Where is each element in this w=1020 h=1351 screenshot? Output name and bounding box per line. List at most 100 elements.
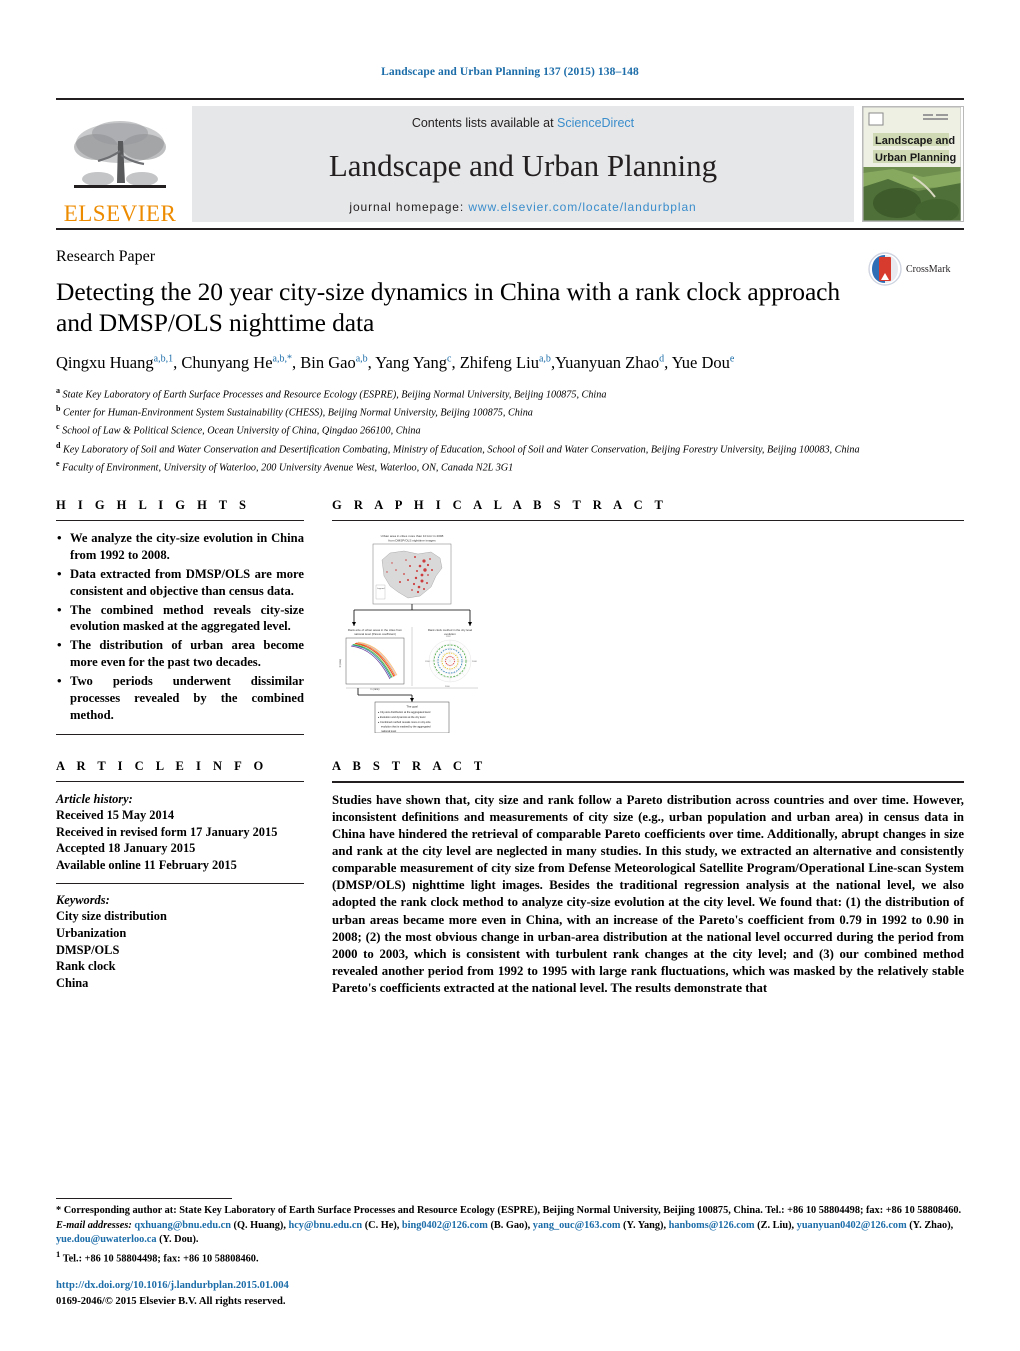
journal-homepage-line: journal homepage: www.elsevier.com/locat… — [349, 200, 696, 214]
articleinfo-abstract-row: A R T I C L E I N F O Article history: R… — [56, 759, 964, 998]
affiliation-item: a State Key Laboratory of Earth Surface … — [56, 385, 607, 401]
svg-text:▸ Combined method reveals more: ▸ Combined method reveals more on city-s… — [378, 720, 431, 724]
highlight-item: The combined method reveals city-size ev… — [56, 601, 304, 636]
affiliation-mark: e — [56, 458, 60, 468]
article-info-rule-mid — [56, 882, 304, 884]
article-info-column: A R T I C L E I N F O Article history: R… — [56, 759, 304, 998]
affiliation-mark: c — [56, 422, 60, 432]
svg-text:from DMSP/OLS nighttime images: from DMSP/OLS nighttime images — [388, 539, 436, 543]
email-owner: (Z. Liu), — [754, 1219, 795, 1231]
article-header: CrossMark Research Paper Detecting the 2… — [56, 230, 964, 476]
author-list: Qingxu Huanga,b,1, Chunyang Hea,b,*, Bin… — [56, 353, 735, 373]
crossmark-label: CrossMark — [906, 263, 951, 275]
affiliation-item: e Faculty of Environment, University of … — [56, 458, 514, 474]
author-affiliation-marks: a,b,1 — [153, 353, 174, 365]
svg-text:Legend: Legend — [377, 588, 385, 590]
article-history-item: Received 15 May 2014 — [56, 808, 175, 823]
author-name: Qingxu Huang — [56, 353, 154, 373]
affiliation-mark: d — [56, 440, 61, 450]
email-address-link[interactable]: yue.dou@uwaterloo.ca — [56, 1234, 157, 1245]
svg-text:▸ Evolution and dynamics at th: ▸ Evolution and dynamics at the city lev… — [378, 715, 426, 719]
author-affiliation-marks: a,b — [538, 353, 551, 365]
highlight-item: The distribution of urban area become mo… — [56, 636, 304, 671]
doi-link[interactable]: http://dx.doi.org/10.1016/j.landurbplan.… — [56, 1278, 289, 1293]
journal-cover-thumbnail: Landscape and Urban Planning — [862, 106, 964, 222]
copyright-line: 0169-2046/© 2015 Elsevier B.V. All right… — [56, 1295, 286, 1307]
article-history-item: Accepted 18 January 2015 — [56, 841, 196, 856]
keyword-item: City size distribution — [56, 909, 167, 924]
footnote-one: 1 Tel.: +86 10 58804498; fax: +86 10 588… — [56, 1248, 964, 1267]
abstract-text: Studies have shown that, city size and r… — [332, 792, 964, 996]
article-history-item: Available online 11 February 2015 — [56, 858, 237, 873]
crossmark-badge[interactable]: CrossMark — [868, 252, 964, 286]
article-history-label: Article history: — [56, 791, 133, 806]
footnotes-block: * Corresponding author at: State Key Lab… — [56, 1198, 964, 1267]
graphical-abstract-column: G R A P H I C A L A B S T R A C T Urban … — [332, 498, 964, 735]
author-affiliation-marks: e — [729, 353, 735, 365]
email-address-link[interactable]: bing0402@126.com — [402, 1220, 488, 1231]
author-name: Zhifeng Liu — [459, 353, 539, 373]
affiliation-mark: a — [56, 385, 60, 395]
author-name: Yue Dou — [671, 353, 730, 373]
email-address-link[interactable]: hcy@bnu.edu.cn — [288, 1220, 362, 1231]
article-type: Research Paper — [56, 248, 156, 265]
author-name: Chunyang He — [181, 353, 273, 373]
author-name: Bin Gao — [300, 353, 356, 373]
email-address-link[interactable]: yang_ouc@163.com — [533, 1220, 621, 1231]
corresponding-marker: * — [56, 1205, 62, 1217]
keywords-block: Keywords: City size distribution Urbaniza… — [56, 892, 304, 992]
graphical-abstract-figure: Urban area in cities more than 10 km² in… — [332, 530, 492, 734]
ga-ranksize-panel: Rank-size of urban areas in the cities f… — [339, 628, 405, 691]
email-note: E-mail addresses: qxhuang@bnu.edu.cn (Q.… — [56, 1219, 964, 1248]
running-head: Landscape and Urban Planning 137 (2015) … — [381, 66, 639, 78]
corresponding-text: Corresponding author at: State Key Labor… — [63, 1205, 962, 1217]
abstract-column: A B S T R A C T Studies have shown that,… — [332, 759, 964, 998]
highlights-heading: H I G H L I G H T S — [56, 498, 251, 512]
keyword-item: DMSP/OLS — [56, 942, 120, 957]
email-address-link[interactable]: yuanyuan0402@126.com — [797, 1220, 907, 1231]
homepage-label: journal homepage: — [349, 200, 465, 214]
email-address-link[interactable]: qxhuang@bnu.edu.cn — [134, 1220, 231, 1231]
graphical-abstract-heading: G R A P H I C A L A B S T R A C T — [332, 498, 668, 512]
article-title: Detecting the 20 year city-size dynamics… — [56, 277, 841, 338]
author-name: Yang Yang — [375, 353, 447, 373]
affiliation-list: a State Key Laboratory of Earth Surface … — [56, 385, 964, 476]
author-affiliation-marks: a,b — [355, 353, 368, 365]
journal-band: Contents lists available at ScienceDirec… — [192, 106, 854, 222]
highlights-graphical-row: H I G H L I G H T S We analyze the city-… — [56, 498, 964, 735]
abstract-rule-top — [332, 780, 964, 783]
svg-text:1992: 1992 — [446, 636, 451, 638]
article-history-list: Received 15 May 2014 Received in revised … — [56, 807, 304, 873]
article-history-block: Article history: Received 15 May 2014 Rec… — [56, 791, 304, 874]
svg-text:ln (rank): ln (rank) — [371, 688, 380, 691]
email-owner: (Y. Dou). — [156, 1234, 199, 1246]
contents-available-line: Contents lists available at ScienceDirec… — [412, 116, 634, 130]
homepage-url-link[interactable]: www.elsevier.com/locate/landurbplan — [468, 200, 696, 214]
highlight-item: We analyze the city-size evolution in Ch… — [56, 529, 304, 564]
ga-map-panel: Urban area in cities more than 10 km² in… — [372, 534, 452, 605]
cover-artwork: Landscape and Urban Planning — [863, 107, 962, 221]
abstract-heading: A B S T R A C T — [332, 758, 487, 773]
svg-text:evolution that is masked by th: evolution that is masked by the aggregat… — [381, 725, 431, 729]
svg-text:Urban Planning: Urban Planning — [875, 152, 956, 164]
ga-connector-bottom — [357, 688, 413, 702]
author-affiliation-marks: a,b,* — [272, 353, 292, 365]
journal-masthead: ELSEVIER Contents lists available at Sci… — [56, 98, 964, 230]
author-affiliation-marks: d — [659, 353, 665, 365]
footnote-rule — [56, 1198, 232, 1200]
affiliation-item: d Key Laboratory of Soil and Water Conse… — [56, 440, 860, 455]
sciencedirect-link[interactable]: ScienceDirect — [557, 116, 634, 130]
keywords-list: City size distribution Urbanization DMSP/O… — [56, 908, 304, 991]
ga-conclusion-box: The goal ▸ City-size distribution at the… — [374, 701, 450, 734]
highlight-item: Two periods underwent dissimilar process… — [56, 672, 304, 724]
svg-text:2000: 2000 — [445, 686, 450, 688]
journal-article-page: Landscape and Urban Planning 137 (2015) … — [0, 0, 1020, 1351]
email-address-link[interactable]: hanboms@126.com — [669, 1220, 755, 1231]
elsevier-tree-icon — [74, 121, 166, 188]
affiliation-item: b Center for Human-Environment System Su… — [56, 404, 533, 419]
svg-text:national level (Pareto coeffic: national level (Pareto coefficient) — [354, 632, 396, 636]
svg-text:▸ City-size distribution at th: ▸ City-size distribution at the aggregat… — [378, 710, 431, 714]
article-info-heading: A R T I C L E I N F O — [56, 758, 268, 773]
footnote-one-marker: 1 — [56, 1248, 61, 1259]
svg-text:2008: 2008 — [472, 661, 477, 663]
